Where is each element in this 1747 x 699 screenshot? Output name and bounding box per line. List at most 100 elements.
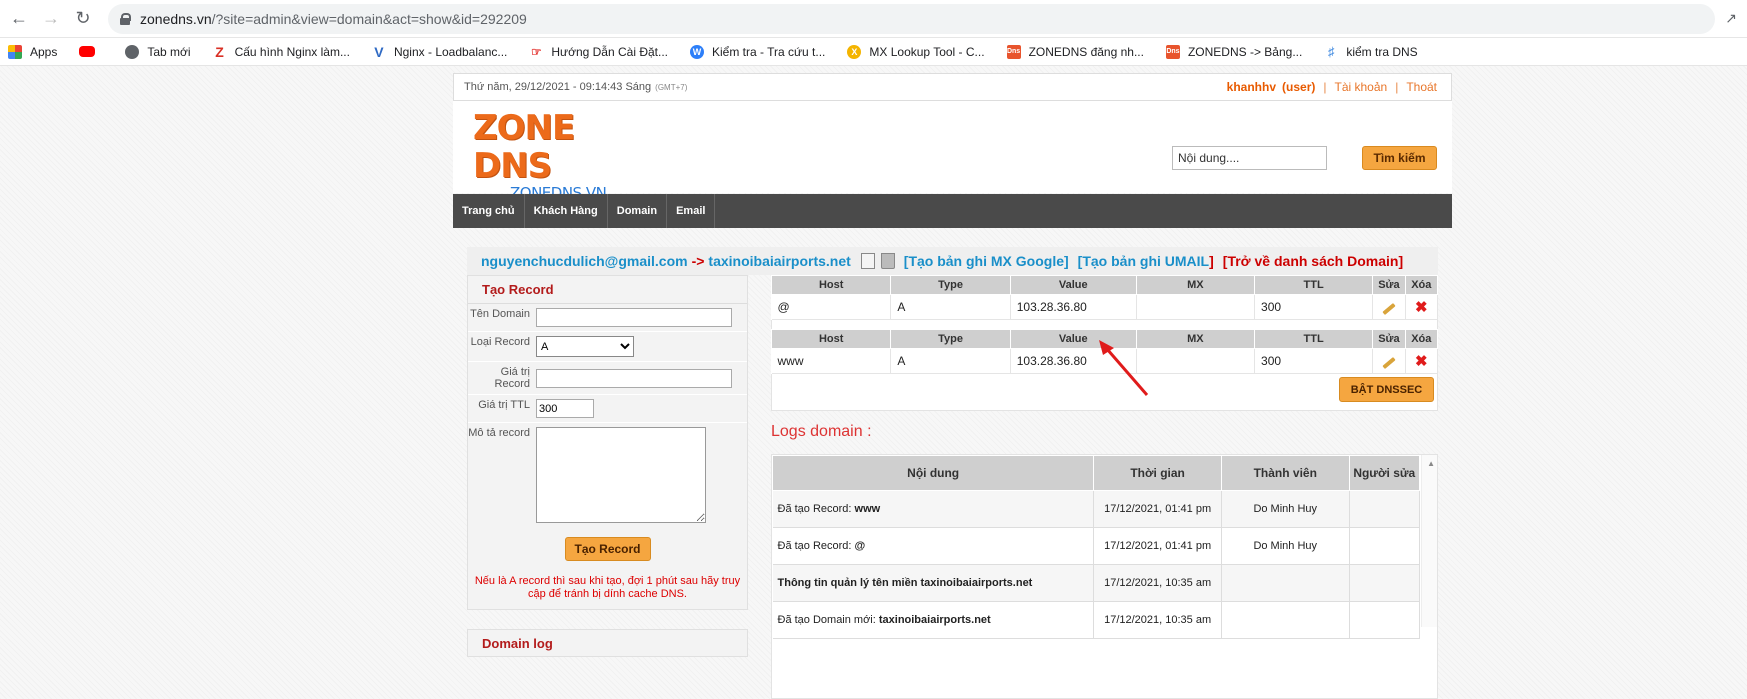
edit-icon[interactable] bbox=[860, 253, 875, 269]
url-path: /?site=admin&view=domain&act=show&id=292… bbox=[211, 10, 527, 27]
logout-link[interactable]: Thoát bbox=[1406, 80, 1437, 94]
share-icon[interactable]: ↗ bbox=[1725, 10, 1737, 27]
apps-icon bbox=[8, 44, 22, 59]
bookmark-nginx-lb[interactable]: V Nginx - Loadbalanc... bbox=[372, 44, 507, 60]
record-type-select[interactable]: A bbox=[536, 336, 634, 357]
domain-name-input[interactable] bbox=[536, 308, 732, 327]
log-member: Do Minh Huy bbox=[1221, 527, 1350, 565]
record-value-input[interactable] bbox=[536, 368, 732, 388]
record-host: @ bbox=[771, 294, 892, 320]
bookmark-kiem-tra[interactable]: W Kiểm tra - Tra cứu t... bbox=[690, 44, 825, 59]
key-site-icon: ♯ bbox=[1328, 44, 1335, 59]
domain-log-panel-title[interactable]: Domain log bbox=[467, 629, 748, 657]
current-datetime: Thứ năm, 29/12/2021 - 09:14:43 Sáng bbox=[464, 81, 652, 93]
domain-name-link[interactable]: taxinoibaiairports.net bbox=[708, 253, 850, 269]
create-record-button[interactable]: Tạo Record bbox=[564, 537, 651, 561]
form-row-name: Tên Domain bbox=[468, 304, 747, 332]
search-button[interactable]: Tìm kiếm bbox=[1362, 146, 1437, 170]
record-value-label: Giá trị Record bbox=[494, 366, 530, 390]
reload-icon[interactable]: ↻ bbox=[70, 6, 96, 32]
log-scrollbar[interactable]: ▲ bbox=[1421, 455, 1437, 627]
bookmark-install-guide[interactable]: ☞ Hướng Dẫn Cài Đặt... bbox=[529, 45, 668, 59]
bookmarks-bar: Apps Tab mới Z Cấu hình Nginx làm... V Ngi… bbox=[0, 38, 1747, 66]
main-content: nguyenchucdulich@gmail.com -> taxinoibai… bbox=[467, 247, 1439, 699]
z-site-icon: Z bbox=[215, 43, 224, 60]
record-table-1: Host Type Value MX TTL Sửa Xóa @ A 103.2… bbox=[770, 275, 1439, 320]
record-table-2: Host Type Value MX TTL Sửa Xóa www A 103… bbox=[770, 329, 1439, 374]
form-row-value: Giá trị Record bbox=[468, 362, 747, 395]
pencil-icon bbox=[1382, 302, 1396, 316]
back-arrow-icon[interactable]: ← bbox=[6, 6, 32, 32]
log-editor bbox=[1349, 527, 1421, 565]
record-type: A bbox=[890, 348, 1011, 374]
record-type: A bbox=[890, 294, 1011, 320]
menu-item-email[interactable]: Email bbox=[667, 194, 716, 228]
ttl-input[interactable] bbox=[536, 399, 594, 418]
record-row: www A 103.28.36.80 300 ✖ bbox=[771, 348, 1439, 374]
record-table-header: Host Type Value MX TTL Sửa Xóa bbox=[770, 329, 1439, 349]
create-umail-link[interactable]: [Tạo bản ghi UMAIL bbox=[1078, 253, 1209, 269]
delete-record-button[interactable]: ✖ bbox=[1405, 294, 1439, 320]
logs-table-header: Nội dung Thời gian Thành viên Người sửa bbox=[772, 455, 1421, 491]
hand-site-icon: ☞ bbox=[530, 44, 542, 59]
domain-name-label: Tên Domain bbox=[470, 308, 530, 320]
log-member: Do Minh Huy bbox=[1221, 490, 1350, 528]
bookmark-zonedns-login[interactable]: Dns ZONEDNS đăng nh... bbox=[1006, 44, 1144, 59]
form-row-ttl: Giá trị TTL bbox=[468, 395, 747, 423]
log-time: 17/12/2021, 01:41 pm bbox=[1093, 490, 1222, 528]
menu-item-home[interactable]: Trang chủ bbox=[453, 194, 525, 228]
bookmark-new-tab[interactable]: Tab mới bbox=[125, 44, 191, 59]
create-mx-google-link[interactable]: [Tạo bản ghi MX Google] bbox=[904, 253, 1069, 269]
url-host: zonedns.vn bbox=[140, 10, 212, 27]
bookmark-kiem-tra-dns[interactable]: ♯ kiểm tra DNS bbox=[1324, 44, 1418, 59]
create-record-panel: Tạo Record Tên Domain Loại Record A Giá … bbox=[467, 275, 748, 610]
log-content: Đã tạo Record: www bbox=[772, 490, 1095, 528]
username[interactable]: khanhhv bbox=[1227, 80, 1276, 94]
logs-table: Nội dung Thời gian Thành viên Người sửa … bbox=[772, 455, 1421, 639]
zonedns-logo[interactable]: ZONE DNS ZONEDNS.VN bbox=[473, 109, 643, 201]
search-input[interactable] bbox=[1172, 146, 1327, 170]
url-field[interactable]: zonedns.vn/?site=admin&view=domain&act=s… bbox=[108, 3, 1716, 34]
customer-email-link[interactable]: nguyenchucdulich@gmail.com bbox=[481, 253, 688, 269]
edit-record-button[interactable] bbox=[1372, 348, 1406, 374]
browser-address-bar: ← → ↻ zonedns.vn/?site=admin&view=domain… bbox=[0, 0, 1747, 38]
scroll-up-arrow-icon[interactable]: ▲ bbox=[1427, 459, 1435, 468]
menu-item-domain[interactable]: Domain bbox=[608, 194, 668, 228]
record-ttl: 300 bbox=[1254, 348, 1374, 374]
create-record-title: Tạo Record bbox=[468, 276, 747, 304]
bookmark-youtube[interactable] bbox=[79, 46, 103, 57]
account-link[interactable]: Tài khoản bbox=[1334, 80, 1387, 94]
pencil-icon bbox=[1382, 356, 1396, 370]
record-description-textarea[interactable] bbox=[536, 427, 706, 523]
page: Thứ năm, 29/12/2021 - 09:14:43 Sáng (GMT… bbox=[453, 73, 1452, 699]
bookmark-apps[interactable]: Apps bbox=[8, 44, 57, 59]
log-row: Đã tạo Record: www 17/12/2021, 01:41 pm … bbox=[772, 490, 1421, 528]
site-header: ZONE DNS ZONEDNS.VN Tìm kiếm bbox=[453, 101, 1452, 201]
record-table-header: Host Type Value MX TTL Sửa Xóa bbox=[770, 275, 1439, 295]
user-role: (user) bbox=[1282, 80, 1316, 94]
logs-domain-title: Logs domain : bbox=[771, 423, 872, 440]
mx-site-icon: X bbox=[847, 44, 862, 59]
bookmark-nginx-config[interactable]: Z Cấu hình Nginx làm... bbox=[213, 43, 350, 60]
bookmark-zonedns-panel[interactable]: Dns ZONEDNS -> Bảng... bbox=[1165, 44, 1302, 59]
log-content: Thông tin quản lý tên miền taxinoibaiair… bbox=[772, 564, 1095, 602]
log-content: Đã tạo Domain mới: taxinoibaiairports.ne… bbox=[772, 601, 1095, 639]
enable-dnssec-button[interactable]: BẬT DNSSEC bbox=[1339, 377, 1434, 402]
log-member bbox=[1221, 564, 1350, 602]
bookmark-mx-lookup[interactable]: X MX Lookup Tool - C... bbox=[847, 44, 985, 59]
youtube-icon bbox=[79, 46, 96, 57]
domain-breadcrumb: nguyenchucdulich@gmail.com -> taxinoibai… bbox=[467, 247, 1438, 275]
trash-icon[interactable] bbox=[880, 253, 895, 269]
main-menu: Trang chủ Khách Hàng Domain Email bbox=[453, 194, 1452, 228]
back-to-domain-list-link[interactable]: [Trở về danh sách Domain] bbox=[1223, 253, 1403, 269]
log-row: Đã tạo Domain mới: taxinoibaiairports.ne… bbox=[772, 601, 1421, 639]
delete-record-button[interactable]: ✖ bbox=[1405, 348, 1439, 374]
menu-item-customers[interactable]: Khách Hàng bbox=[525, 194, 608, 228]
record-value: 103.28.36.80 bbox=[1010, 348, 1137, 374]
log-content: Đã tạo Record: @ bbox=[772, 527, 1095, 565]
forward-arrow-icon[interactable]: → bbox=[38, 6, 64, 32]
record-description-label: Mô tả record bbox=[468, 427, 530, 439]
edit-record-button[interactable] bbox=[1372, 294, 1406, 320]
form-row-desc: Mô tả record bbox=[468, 423, 747, 527]
lock-icon bbox=[120, 12, 131, 25]
